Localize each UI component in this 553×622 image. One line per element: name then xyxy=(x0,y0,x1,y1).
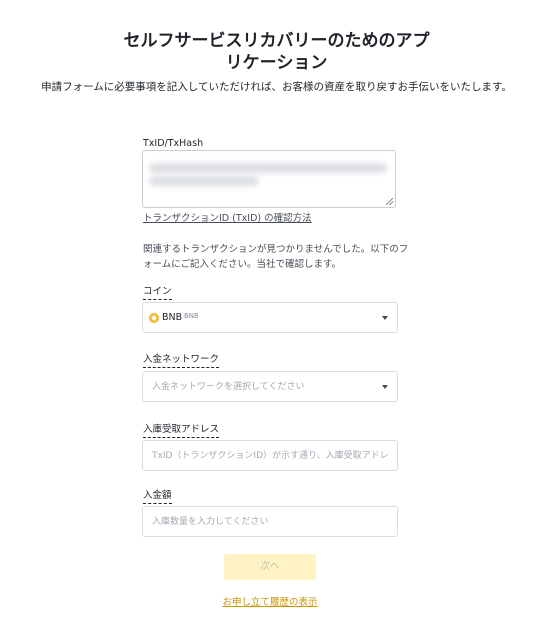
not-found-notice: 関連するトランザクションが見つかりませんでした。以下のフォームにご記入ください。… xyxy=(143,244,409,270)
history-link[interactable]: お申し立て履歴の表示 xyxy=(0,597,540,609)
network-select[interactable]: 入金ネットワークを選択してください xyxy=(142,371,398,402)
page-title-line-1: セルフサービスリカバリーのためのアプ xyxy=(123,31,430,51)
coin-select[interactable]: BNB BNB xyxy=(142,302,398,333)
page-subtitle: 申請フォームに必要事項を記入していただければ、お客様の資産を取り戻すお手伝いをい… xyxy=(41,81,512,93)
chevron-down-icon xyxy=(382,316,388,320)
resize-handle-icon[interactable] xyxy=(386,198,393,205)
network-label: 入金ネットワーク xyxy=(143,354,220,368)
txid-label: TxID/TxHash xyxy=(143,138,204,149)
txid-textarea[interactable] xyxy=(142,150,396,208)
blurred-text-line xyxy=(149,163,387,173)
blurred-text-line xyxy=(149,176,259,186)
coin-name: BNB xyxy=(184,312,199,320)
address-placeholder: TxID（トランザクションID）が示す通り、入庫受取アドレスを入力してください xyxy=(152,451,388,461)
address-label: 入庫受取アドレス xyxy=(143,424,220,438)
coin-label: コイン xyxy=(143,286,172,300)
address-input[interactable]: TxID（トランザクションID）が示す通り、入庫受取アドレスを入力してください xyxy=(142,440,398,471)
next-button[interactable]: 次へ xyxy=(224,554,316,580)
page-title: セルフサービスリカバリーのためのアプ リケーション xyxy=(0,30,553,74)
chevron-down-icon xyxy=(382,385,388,389)
txid-help-link[interactable]: トランザクションID (TxID) の確認方法 xyxy=(143,213,312,225)
page-title-line-2: リケーション xyxy=(225,53,328,73)
coin-symbol: BNB xyxy=(162,312,183,323)
amount-label: 入金額 xyxy=(143,490,172,504)
network-placeholder: 入金ネットワークを選択してください xyxy=(152,382,305,392)
bnb-coin-icon xyxy=(149,313,159,323)
amount-input[interactable]: 入庫数量を入力してください xyxy=(142,506,398,537)
amount-placeholder: 入庫数量を入力してください xyxy=(152,517,269,527)
